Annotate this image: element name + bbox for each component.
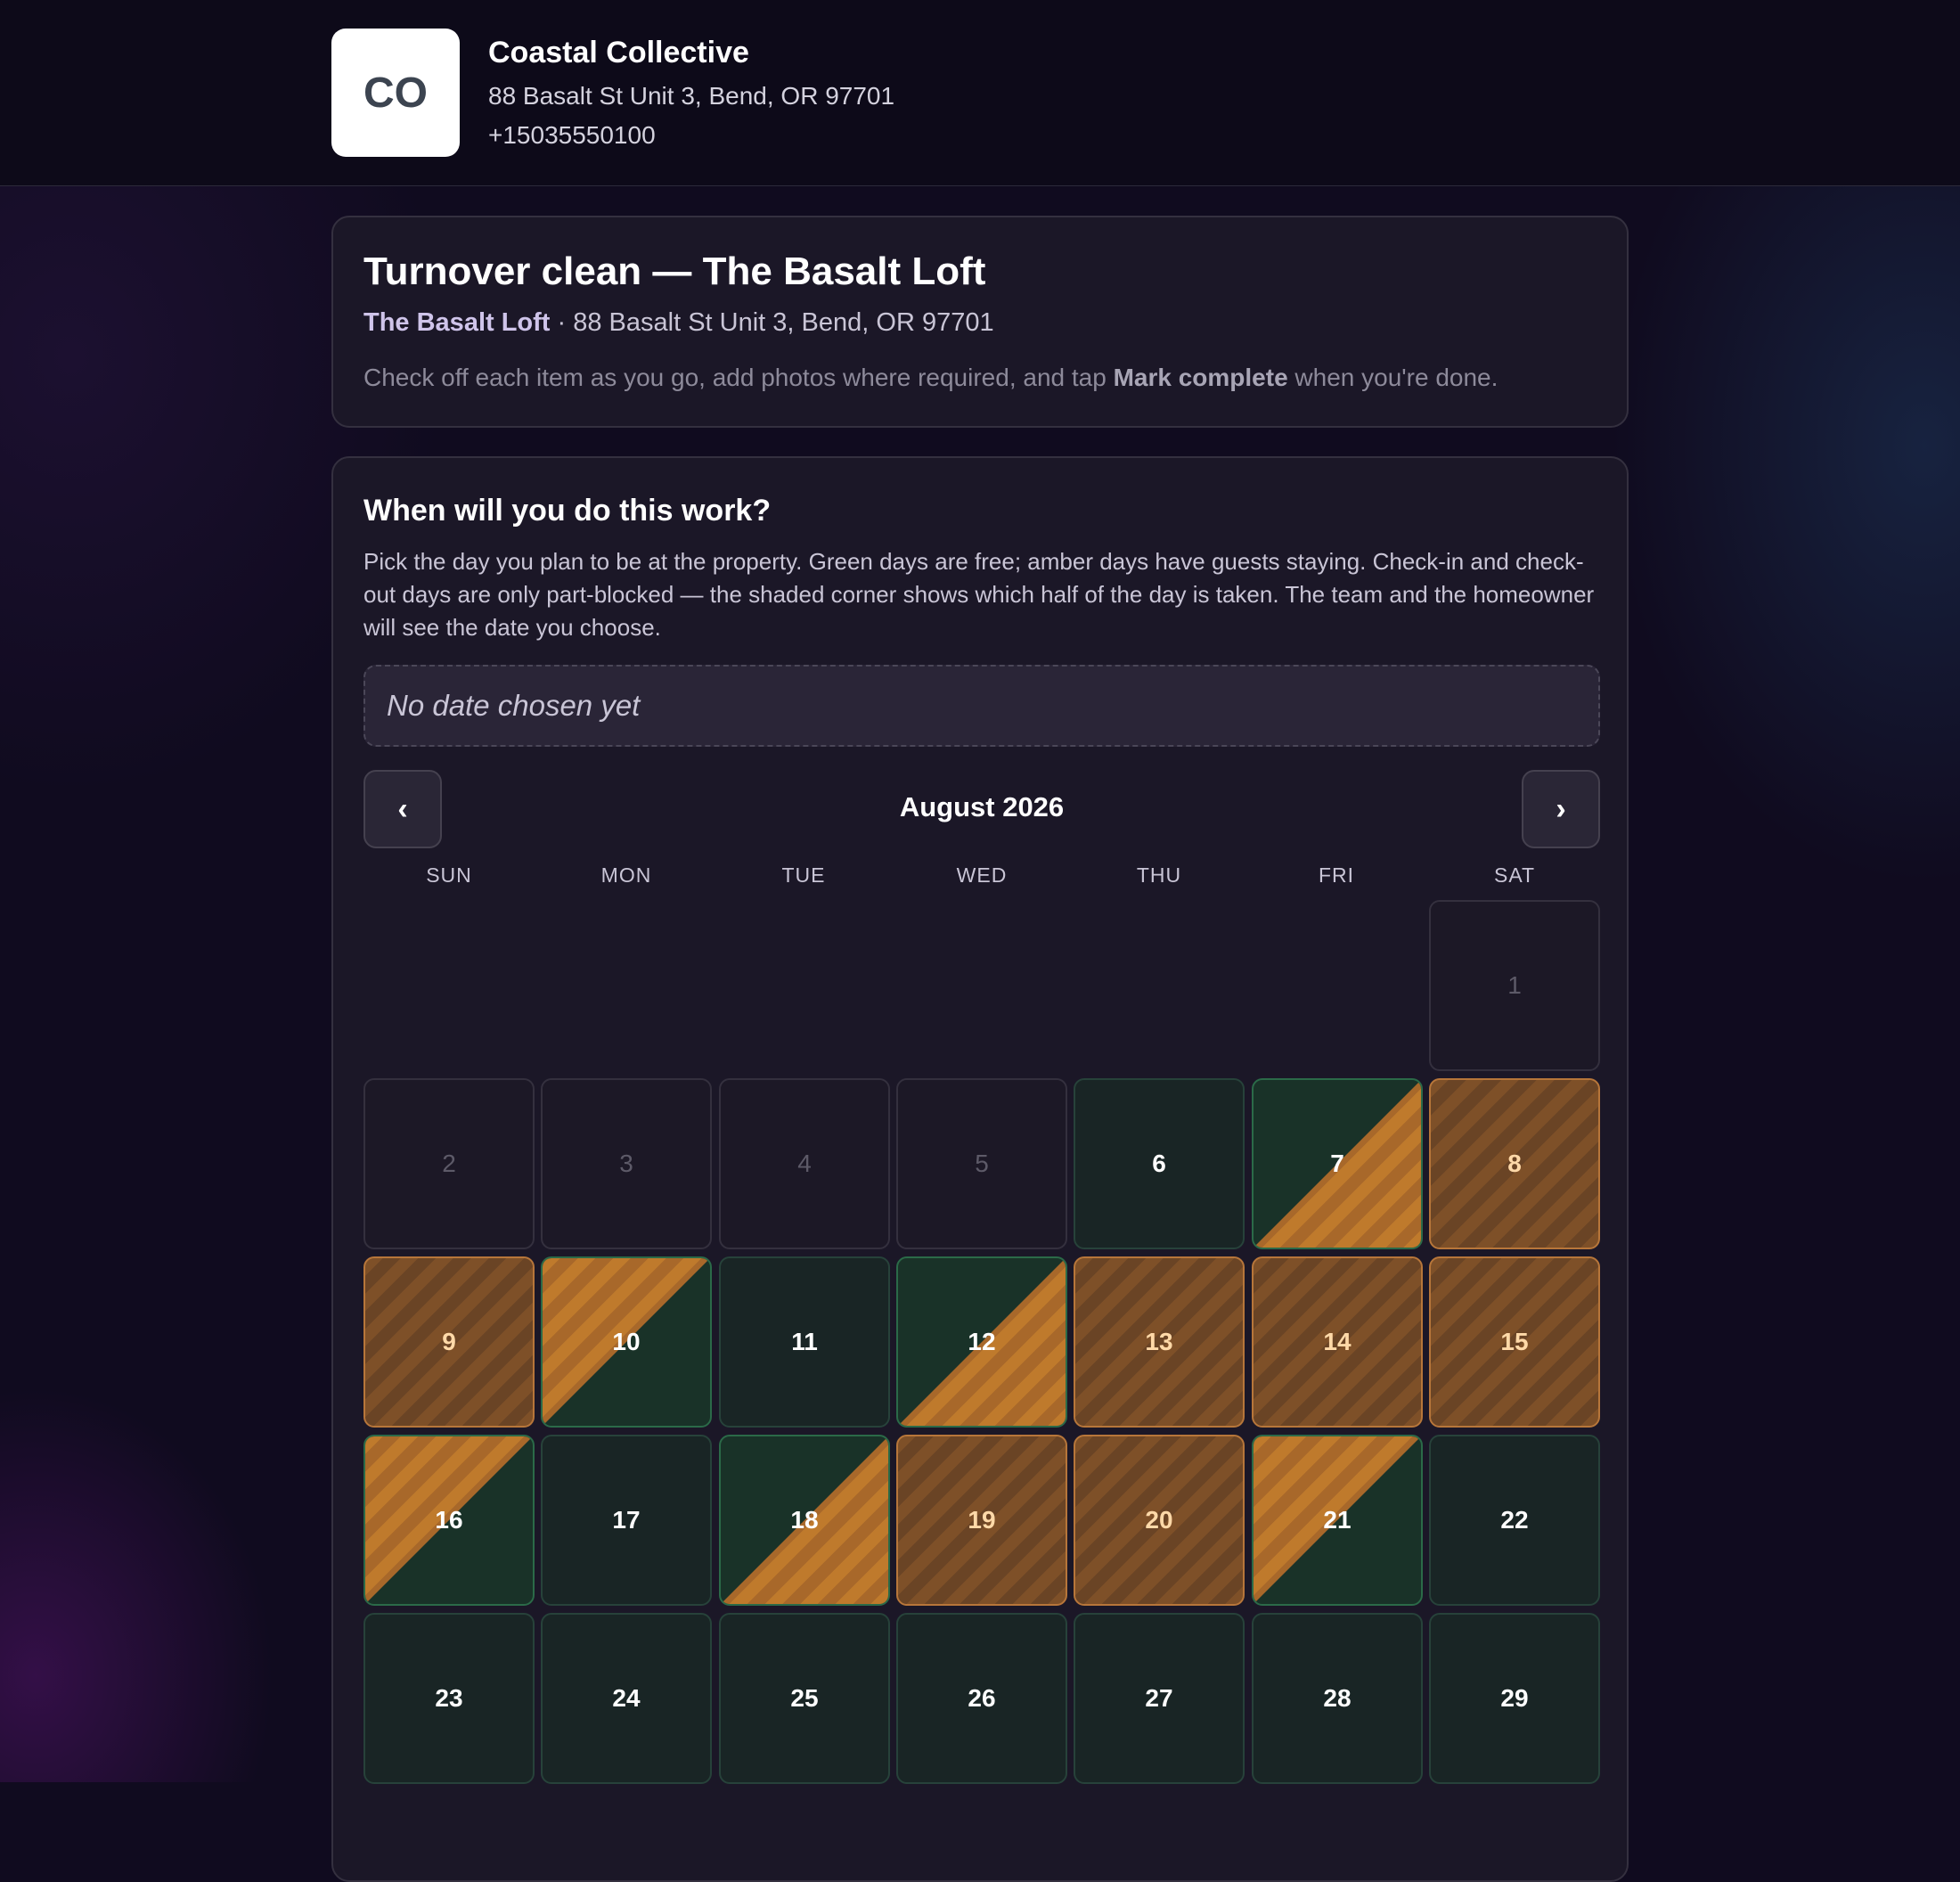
calendar-day-number: 27	[1145, 1684, 1173, 1712]
calendar-day-number: 4	[797, 1150, 812, 1177]
calendar-day-29[interactable]: 29	[1429, 1613, 1600, 1784]
calendar-day-5: 5	[896, 1078, 1067, 1249]
calendar-day-number: 29	[1500, 1684, 1529, 1712]
weekday-sat: SAT	[1493, 863, 1536, 887]
weekday-header: SUN MON TUE WED THU FRI SAT	[363, 863, 1600, 899]
calendar-day-23[interactable]: 23	[363, 1613, 535, 1784]
calendar-day-21[interactable]: 21	[1252, 1435, 1423, 1606]
weekday-thu: THU	[1136, 863, 1182, 887]
property-name: The Basalt Loft	[363, 308, 551, 337]
property-address: · 88 Basalt St Unit 3, Bend, OR 97701	[550, 308, 994, 337]
calendar-day-number: 6	[1152, 1150, 1166, 1177]
calendar-day-27[interactable]: 27	[1074, 1613, 1245, 1784]
calendar-day-22[interactable]: 22	[1429, 1435, 1600, 1606]
calendar-grid: 1 2 3 4 5 6 7 8 9 10 11 12 13 14 15 16 17 18 19 20 21 22 23 24 2…	[363, 900, 1600, 1791]
calendar-day-number: 3	[619, 1150, 633, 1177]
weekday-tue: TUE	[781, 863, 826, 887]
calendar-day-number: 15	[1500, 1328, 1529, 1355]
instructions-text: Check off each item as you go, add photo…	[363, 364, 1114, 391]
calendar-day-number: 1	[1507, 971, 1522, 999]
task-title: Turnover clean — The Basalt Loft	[363, 250, 986, 293]
task-card: Turnover clean — The Basalt Loft The Bas…	[331, 216, 1629, 428]
calendar-day-number: 2	[442, 1150, 456, 1177]
calendar-day-8[interactable]: 8	[1429, 1078, 1600, 1249]
instructions-text-end: when you're done.	[1287, 364, 1499, 391]
calendar-day-number: 7	[1330, 1150, 1344, 1177]
calendar-day-11[interactable]: 11	[719, 1256, 890, 1428]
weekday-mon: MON	[600, 863, 652, 887]
weekday-fri: FRI	[1318, 863, 1355, 887]
schedule-heading: When will you do this work?	[363, 494, 772, 528]
company-address: 88 Basalt St Unit 3, Bend, OR 97701	[488, 82, 895, 110]
calendar-day-number: 23	[435, 1684, 463, 1712]
calendar-day-1: 1	[1429, 900, 1600, 1071]
weekday-sun: SUN	[426, 863, 472, 887]
task-instructions: Check off each item as you go, add photo…	[363, 364, 1498, 392]
schedule-description: Pick the day you plan to be at the prope…	[363, 548, 1595, 641]
calendar-day-20[interactable]: 20	[1074, 1435, 1245, 1606]
schedule-card: When will you do this work? Pick the day…	[331, 456, 1629, 1882]
calendar-day-2: 2	[363, 1078, 535, 1249]
instructions-mark-complete: Mark complete	[1113, 364, 1288, 391]
calendar-day-13[interactable]: 13	[1074, 1256, 1245, 1428]
company-logo: CO	[331, 29, 460, 157]
calendar-day-number: 20	[1145, 1506, 1173, 1534]
calendar-day-number: 19	[968, 1506, 996, 1534]
calendar-day-number: 5	[975, 1150, 989, 1177]
calendar-day-17[interactable]: 17	[541, 1435, 712, 1606]
company-phone[interactable]: +15035550100	[488, 121, 656, 150]
calendar-day-number: 16	[435, 1506, 463, 1534]
calendar-day-12[interactable]: 12	[896, 1256, 1067, 1428]
company-header: CO Coastal Collective 88 Basalt St Unit …	[0, 0, 1960, 186]
calendar-day-7[interactable]: 7	[1252, 1078, 1423, 1249]
month-label: August 2026	[899, 791, 1065, 822]
calendar-day-number: 17	[612, 1506, 641, 1534]
calendar-day-19[interactable]: 19	[896, 1435, 1067, 1606]
calendar-day-number: 10	[612, 1328, 641, 1355]
calendar-day-10[interactable]: 10	[541, 1256, 712, 1428]
calendar-day-number: 14	[1323, 1328, 1352, 1355]
calendar-day-number: 9	[442, 1328, 456, 1355]
calendar-day-number: 12	[968, 1328, 996, 1355]
calendar-day-number: 18	[790, 1506, 819, 1534]
calendar-day-4: 4	[719, 1078, 890, 1249]
next-month-button[interactable]: ›	[1522, 770, 1600, 848]
calendar-day-3: 3	[541, 1078, 712, 1249]
calendar-day-number: 25	[790, 1684, 819, 1712]
calendar-day-9[interactable]: 9	[363, 1256, 535, 1428]
calendar-day-25[interactable]: 25	[719, 1613, 890, 1784]
calendar-day-number: 13	[1145, 1328, 1173, 1355]
calendar-day-6[interactable]: 6	[1074, 1078, 1245, 1249]
calendar-day-16[interactable]: 16	[363, 1435, 535, 1606]
calendar-day-24[interactable]: 24	[541, 1613, 712, 1784]
calendar-day-number: 21	[1323, 1506, 1352, 1534]
task-property: The Basalt Loft · 88 Basalt St Unit 3, B…	[363, 308, 994, 338]
company-name: Coastal Collective	[488, 36, 749, 70]
calendar-day-26[interactable]: 26	[896, 1613, 1067, 1784]
calendar-day-number: 26	[968, 1684, 996, 1712]
calendar-day-number: 22	[1500, 1506, 1529, 1534]
calendar-day-number: 28	[1323, 1684, 1352, 1712]
calendar-day-number: 24	[612, 1684, 641, 1712]
calendar-day-14[interactable]: 14	[1252, 1256, 1423, 1428]
calendar-day-28[interactable]: 28	[1252, 1613, 1423, 1784]
calendar-day-15[interactable]: 15	[1429, 1256, 1600, 1428]
selected-date-display: No date chosen yet	[363, 665, 1600, 747]
calendar-day-18[interactable]: 18	[719, 1435, 890, 1606]
calendar-day-number: 11	[791, 1328, 818, 1355]
calendar-day-number: 8	[1507, 1150, 1522, 1177]
weekday-wed: WED	[956, 863, 1008, 887]
